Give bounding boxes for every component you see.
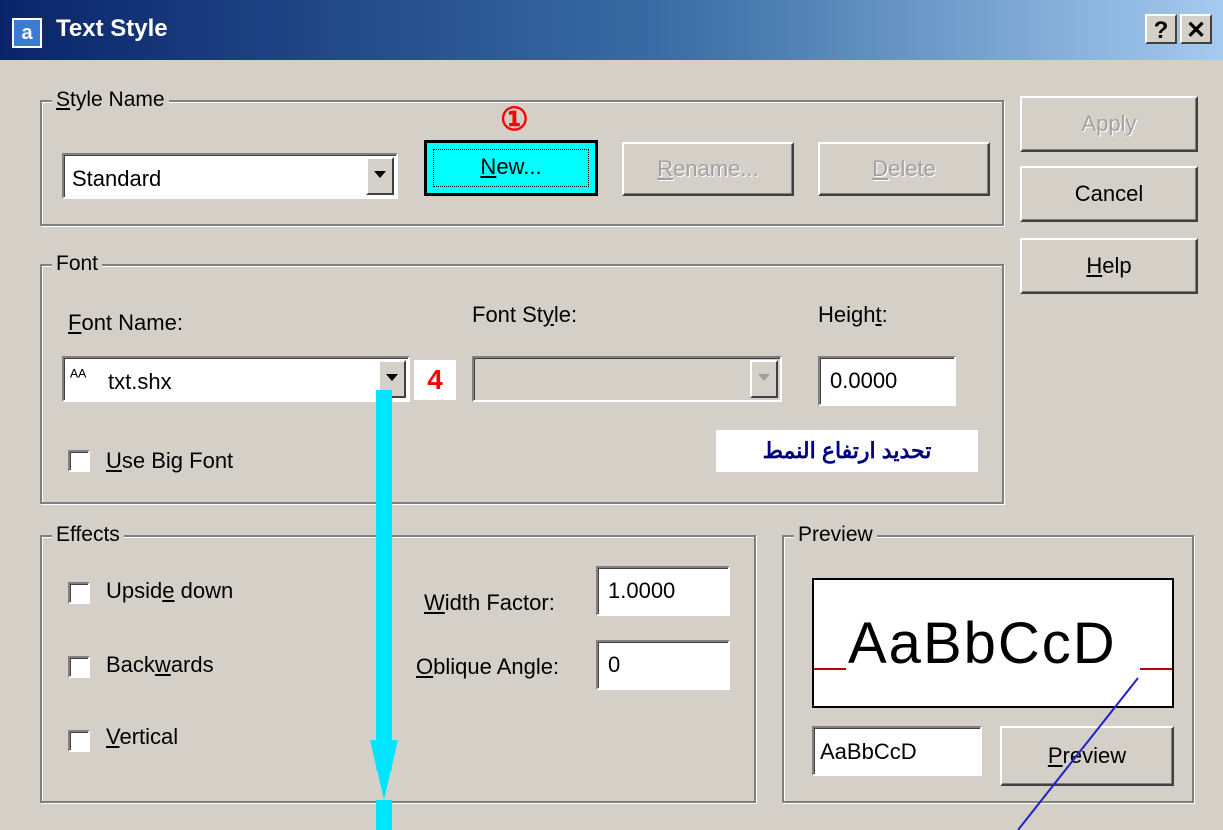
annotation-arrow-shaft bbox=[376, 390, 392, 770]
annotation-arrow-head bbox=[370, 740, 398, 800]
annotation-overlay bbox=[370, 390, 1139, 830]
annotation-line bbox=[1017, 677, 1139, 830]
annotation-arrow-tail bbox=[376, 800, 392, 830]
